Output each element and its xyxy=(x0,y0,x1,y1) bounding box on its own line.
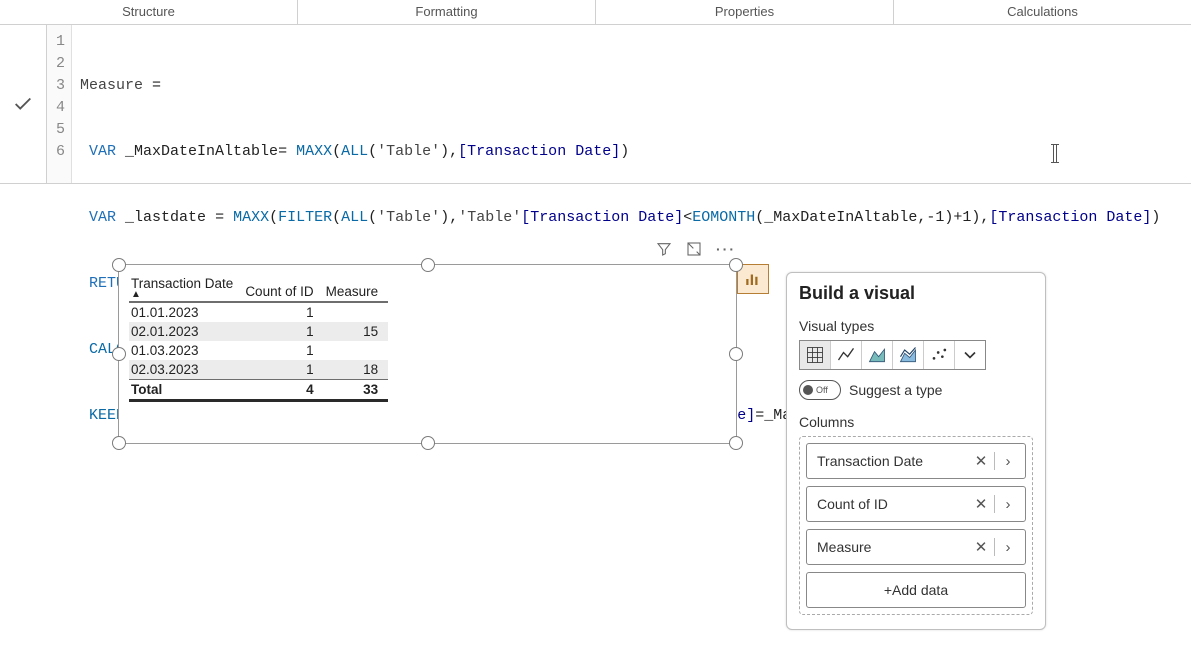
field-menu-icon[interactable]: › xyxy=(997,453,1019,470)
visual-type-line[interactable] xyxy=(831,341,862,369)
formula-editor[interactable]: 123456 Measure = VAR _MaxDateInAltable= … xyxy=(47,25,1191,183)
field-menu-icon[interactable]: › xyxy=(997,539,1019,556)
field-pill-count-of-id[interactable]: Count of ID ✕ › xyxy=(806,486,1026,522)
columns-label: Columns xyxy=(799,414,1033,430)
resize-handle[interactable] xyxy=(112,436,126,450)
resize-handle[interactable] xyxy=(112,258,126,272)
column-header-transaction-date[interactable]: Transaction Date▲ xyxy=(129,273,243,302)
table-total-row: Total 4 33 xyxy=(129,380,388,401)
formula-gutter: 123456 xyxy=(47,25,72,183)
chevron-down-icon xyxy=(960,345,980,365)
add-data-button[interactable]: +Add data xyxy=(806,572,1026,608)
resize-handle[interactable] xyxy=(729,436,743,450)
column-header-count-of-id[interactable]: Count of ID xyxy=(243,273,323,302)
field-menu-icon[interactable]: › xyxy=(997,496,1019,513)
sort-asc-icon: ▲ xyxy=(131,291,233,299)
ribbon-tab-properties[interactable]: Properties xyxy=(596,0,894,24)
bar-chart-icon xyxy=(744,270,762,288)
resize-handle[interactable] xyxy=(421,436,435,450)
columns-field-well[interactable]: Transaction Date ✕ › Count of ID ✕ › Mea… xyxy=(799,436,1033,615)
build-visual-pane: Build a visual Visual types Off Suggest … xyxy=(786,272,1046,630)
pane-title: Build a visual xyxy=(799,283,1033,304)
table-row[interactable]: 02.01.2023 1 15 xyxy=(129,322,388,341)
table-visual[interactable]: ··· Transaction Date▲ Count of ID Measur… xyxy=(118,264,737,444)
ribbon-tab-structure[interactable]: Structure xyxy=(0,0,298,24)
remove-field-icon[interactable]: ✕ xyxy=(970,495,992,513)
text-cursor-icon xyxy=(1053,145,1057,162)
resize-handle[interactable] xyxy=(421,258,435,272)
ribbon-tab-formatting[interactable]: Formatting xyxy=(298,0,596,24)
visual-type-more[interactable] xyxy=(955,341,985,369)
visual-type-picker xyxy=(799,340,986,370)
column-header-measure[interactable]: Measure xyxy=(324,273,389,302)
table-row[interactable]: 02.03.2023 1 18 xyxy=(129,360,388,380)
resize-handle[interactable] xyxy=(112,347,126,361)
visual-type-table[interactable] xyxy=(800,341,831,369)
formula-code[interactable]: Measure = VAR _MaxDateInAltable= MAXX(AL… xyxy=(72,25,1160,183)
visual-type-scatter[interactable] xyxy=(924,341,955,369)
table-row[interactable]: 01.03.2023 1 xyxy=(129,341,388,360)
resize-handle[interactable] xyxy=(729,258,743,272)
more-options-icon[interactable]: ··· xyxy=(716,241,736,257)
focus-mode-icon[interactable] xyxy=(686,241,702,257)
suggest-type-toggle[interactable]: Off xyxy=(799,380,841,400)
visual-type-area[interactable] xyxy=(862,341,893,369)
visual-types-label: Visual types xyxy=(799,318,1033,334)
resize-handle[interactable] xyxy=(729,347,743,361)
ribbon-tab-calculations[interactable]: Calculations xyxy=(894,0,1191,24)
check-icon xyxy=(12,93,34,115)
field-pill-measure[interactable]: Measure ✕ › xyxy=(806,529,1026,565)
field-pill-transaction-date[interactable]: Transaction Date ✕ › xyxy=(806,443,1026,479)
remove-field-icon[interactable]: ✕ xyxy=(970,452,992,470)
remove-field-icon[interactable]: ✕ xyxy=(970,538,992,556)
visual-type-stacked-area[interactable] xyxy=(893,341,924,369)
formula-commit-button[interactable] xyxy=(0,25,47,183)
table-row[interactable]: 01.01.2023 1 xyxy=(129,302,388,322)
suggest-type-label: Suggest a type xyxy=(849,382,942,398)
filter-icon[interactable] xyxy=(656,241,672,257)
